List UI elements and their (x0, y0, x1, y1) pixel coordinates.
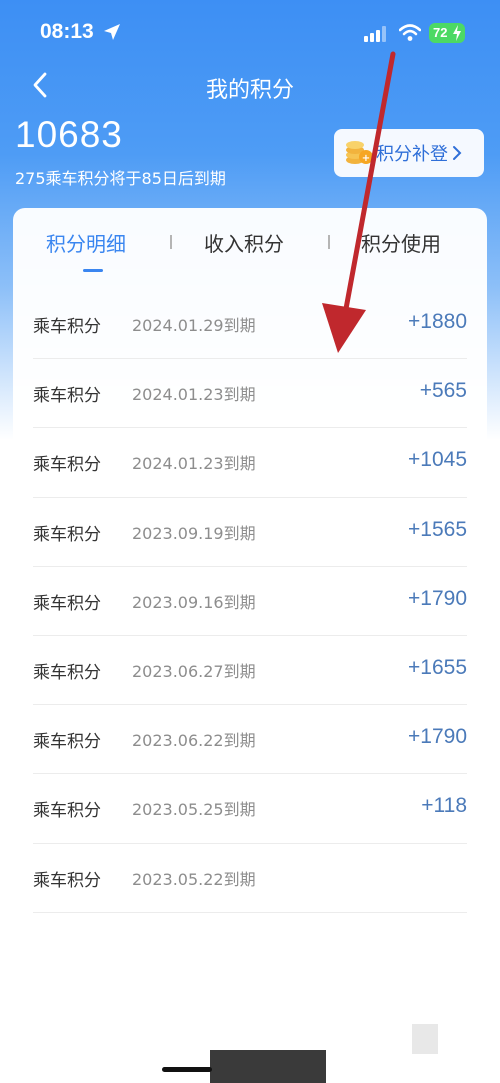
status-bar: 08:13 72 (0, 0, 500, 66)
record-expiry: 2023.05.25到期 (132, 800, 256, 820)
blurred-area (412, 1024, 438, 1054)
battery-indicator: 72 (429, 23, 465, 43)
status-time: 08:13 (40, 20, 94, 43)
location-arrow-icon (104, 24, 120, 40)
record-type: 乘车积分 (33, 524, 101, 545)
points-makeup-button[interactable]: + 积分补登 (334, 129, 484, 177)
tab-points-usage[interactable]: 积分使用 (361, 228, 441, 257)
tab-points-detail[interactable]: 积分明细 (46, 228, 126, 257)
record-type: 乘车积分 (33, 455, 101, 476)
points-makeup-label: 积分补登 (376, 144, 448, 165)
record-type: 乘车积分 (33, 317, 101, 337)
records-list: 乘车积分 2024.01.29到期 +1880 乘车积分 2024.01.23到… (33, 290, 467, 913)
record-expiry: 2023.05.22到期 (132, 869, 256, 889)
record-amount: +1880 (408, 310, 467, 333)
list-item[interactable]: 乘车积分 2023.06.22到期 +1790 (33, 705, 467, 775)
points-total: 10683 (15, 114, 123, 155)
record-type: 乘车积分 (33, 593, 101, 614)
list-item[interactable]: 乘车积分 2023.09.19到期 +1565 (33, 498, 467, 567)
record-amount: +565 (419, 379, 467, 403)
list-item[interactable]: 乘车积分 2023.09.16到期 +1790 (33, 567, 467, 636)
list-item[interactable]: 乘车积分 2023.05.22到期 (33, 844, 467, 913)
page-title: 我的积分 (205, 78, 294, 103)
record-expiry: 2023.06.27到期 (132, 661, 256, 681)
record-amount: +1045 (408, 448, 467, 472)
list-item[interactable]: 乘车积分 2024.01.23到期 +565 (33, 359, 467, 429)
home-indicator (162, 1067, 212, 1072)
record-expiry: 2023.09.19到期 (132, 523, 256, 543)
tab-bar: 积分明细 收入积分 积分使用 (13, 208, 487, 280)
record-expiry: 2023.09.16到期 (132, 592, 256, 612)
cellular-signal-icon (364, 26, 386, 42)
tab-income-points[interactable]: 收入积分 (204, 228, 284, 257)
tab-divider (328, 235, 330, 249)
record-expiry: 2024.01.23到期 (132, 454, 256, 474)
record-expiry: 2024.01.29到期 (132, 316, 256, 335)
list-item[interactable]: 乘车积分 2024.01.23到期 +1045 (33, 428, 467, 498)
points-expiry-note: 275乘车积分将于85日后到期 (15, 169, 226, 188)
record-amount: +1565 (408, 517, 467, 541)
record-type: 乘车积分 (33, 732, 101, 753)
record-type: 乘车积分 (33, 870, 101, 891)
record-expiry: 2024.01.23到期 (132, 385, 256, 405)
record-amount: +1790 (408, 725, 467, 749)
charging-bolt-icon (453, 25, 461, 41)
blurred-area (210, 1050, 326, 1083)
list-item[interactable]: 乘车积分 2023.06.27到期 +1655 (33, 636, 467, 706)
svg-text:+: + (362, 153, 370, 164)
coin-stack-icon: + (346, 141, 373, 164)
record-amount: +1655 (408, 655, 467, 679)
record-type: 乘车积分 (33, 801, 101, 822)
record-amount: +1790 (408, 586, 467, 610)
tab-divider (170, 235, 172, 249)
record-type: 乘车积分 (33, 386, 101, 407)
record-amount: +118 (421, 794, 467, 818)
chevron-right-icon (453, 146, 462, 160)
battery-level: 72 (433, 25, 448, 40)
record-expiry: 2023.06.22到期 (132, 731, 256, 751)
navigation-bar: 我的积分 (0, 62, 500, 108)
wifi-icon (399, 24, 421, 41)
list-item[interactable]: 乘车积分 2024.01.29到期 +1880 (33, 290, 467, 360)
record-type: 乘车积分 (33, 662, 101, 683)
list-item[interactable]: 乘车积分 2023.05.25到期 +118 (33, 774, 467, 844)
active-tab-indicator (83, 269, 103, 272)
points-detail-card: 积分明细 收入积分 积分使用 乘车积分 2024.01.29到期 +1880 乘… (13, 208, 487, 928)
